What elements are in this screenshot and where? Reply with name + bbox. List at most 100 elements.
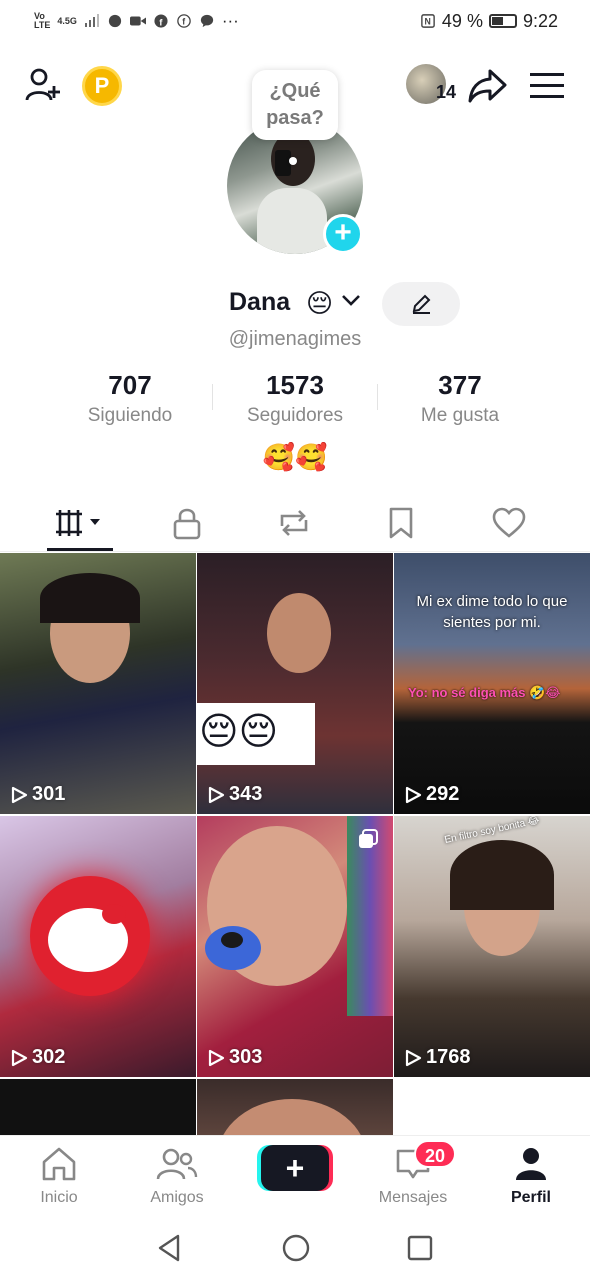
grid-icon <box>56 510 100 536</box>
nav-friends[interactable]: Amigos <box>127 1146 227 1207</box>
nfc-icon: N <box>421 14 435 28</box>
nav-profile[interactable]: Perfil <box>481 1146 581 1207</box>
clock: 9:22 <box>522 10 558 31</box>
dog-filter-tip <box>221 932 243 948</box>
home-circle-icon[interactable] <box>281 1233 311 1263</box>
thumbnail-reply: Yo: no sé diga más 🤣😂 <box>408 685 561 700</box>
stat-likes[interactable]: 377 Me gusta <box>375 370 545 427</box>
share-profile-button[interactable] <box>466 64 510 108</box>
thumbnail-face <box>267 593 331 673</box>
tab-videos[interactable] <box>30 494 130 552</box>
video-thumbnail[interactable] <box>197 1079 393 1135</box>
play-icon <box>11 1049 28 1066</box>
status-bubble[interactable]: ¿Qué pasa? <box>252 70 338 140</box>
thumbnail-caption: Mi ex dime todo lo que sientes por mi. <box>416 593 568 631</box>
view-count: 1768 <box>404 1046 471 1069</box>
followers-label: Seguidores <box>246 405 344 426</box>
nav-home-label: Inicio <box>40 1189 78 1206</box>
bubble-tail <box>289 157 297 165</box>
thumbnail-emojis: 😔😔 <box>199 711 279 753</box>
bottom-navigation: Inicio Amigos + Mensajes 20 Perfil <box>0 1135 590 1217</box>
multi-photo-icon <box>359 829 378 848</box>
chat-icon <box>200 14 213 28</box>
friends-icon <box>156 1148 198 1180</box>
video-thumbnail[interactable]: 302 <box>0 816 196 1077</box>
nav-friends-label: Amigos <box>150 1189 204 1206</box>
tab-reposts[interactable] <box>244 494 344 552</box>
create-button[interactable]: + <box>261 1145 329 1191</box>
lock-icon <box>173 508 201 540</box>
nav-profile-label: Perfil <box>510 1189 551 1206</box>
play-icon <box>208 786 225 803</box>
video-thumbnail[interactable]: En filtro soy bonita 😂 1768 <box>394 816 590 1077</box>
view-count-value: 343 <box>229 783 263 805</box>
stat-following[interactable]: 707 Siguiendo <box>45 370 215 427</box>
view-count-value: 303 <box>229 1046 263 1068</box>
video-thumbnail[interactable]: 303 <box>197 816 393 1077</box>
view-count: 343 <box>207 783 262 806</box>
facebook-icon: f <box>154 14 168 28</box>
hamburger-menu-icon <box>530 73 564 98</box>
battery-percent: 49 % <box>441 10 483 31</box>
friends-count: 14 <box>436 82 457 102</box>
active-tab-indicator <box>47 548 113 551</box>
view-count-value: 292 <box>426 783 460 805</box>
tab-private[interactable] <box>137 494 237 552</box>
display-name: Dana <box>229 288 291 316</box>
menu-button[interactable] <box>526 66 568 106</box>
add-friend-button[interactable] <box>22 64 64 106</box>
more-status-icon: ··· <box>221 11 239 30</box>
view-count: 292 <box>404 783 459 806</box>
video-thumbnail[interactable]: 😔😔 343 <box>197 553 393 814</box>
repost-icon <box>280 510 308 536</box>
bookmark-icon <box>389 507 413 539</box>
view-count-value: 1768 <box>426 1046 471 1068</box>
tab-liked[interactable] <box>459 494 559 552</box>
name-emoji: 😔 <box>306 288 334 318</box>
battery-icon <box>488 14 517 28</box>
carrier-bottom: LTE <box>34 20 51 30</box>
sticker-bow <box>102 904 126 924</box>
coins-button[interactable]: P <box>82 66 122 106</box>
likes-label: Me gusta <box>420 405 500 426</box>
following-label: Siguiendo <box>87 405 173 426</box>
video-thumbnail[interactable]: 301 <box>0 553 196 814</box>
profile-icon <box>516 1148 546 1180</box>
view-count: 301 <box>10 783 65 806</box>
back-icon[interactable] <box>156 1233 184 1263</box>
profile-bio: 🥰🥰 <box>262 442 328 472</box>
network-type: 4.5G <box>57 15 77 26</box>
likes-count: 377 <box>438 370 482 400</box>
profile-tabs <box>0 494 590 552</box>
pencil-icon <box>412 294 431 314</box>
share-arrow-icon <box>468 69 507 103</box>
nav-inbox-label: Mensajes <box>378 1189 448 1206</box>
notification-icon <box>108 14 121 28</box>
video-thumbnail[interactable]: Mi ex dime todo lo que sientes por mi. Y… <box>394 553 590 814</box>
svg-text:f: f <box>182 17 185 27</box>
svg-text:N: N <box>424 17 430 27</box>
stat-followers[interactable]: 1573 Seguidores <box>210 370 380 427</box>
facebook-outline-icon: f <box>177 14 191 28</box>
add-story-button[interactable]: + <box>323 214 363 254</box>
nav-home[interactable]: Inicio <box>9 1146 109 1207</box>
edit-profile-button[interactable] <box>382 282 460 326</box>
video-thumbnail[interactable] <box>0 1079 196 1135</box>
chevron-down-icon[interactable] <box>341 292 361 308</box>
play-icon <box>405 1049 422 1066</box>
avatar-shirt <box>257 188 327 254</box>
system-navigation <box>0 1217 590 1280</box>
username: @jimenagimes <box>228 328 362 350</box>
inbox-badge: 20 <box>414 1140 456 1168</box>
recents-icon[interactable] <box>406 1233 434 1263</box>
add-user-icon <box>25 68 60 101</box>
signal-icon <box>84 14 99 27</box>
video-grid: 301 😔😔 343 Mi ex dime todo lo que siente… <box>0 553 590 1135</box>
home-icon <box>42 1147 76 1181</box>
tab-saved[interactable] <box>351 494 451 552</box>
play-icon <box>405 786 422 803</box>
followers-count: 1573 <box>266 370 324 400</box>
view-count: 302 <box>10 1046 65 1069</box>
view-count: 303 <box>207 1046 262 1069</box>
thumbnail-face <box>217 1099 367 1135</box>
